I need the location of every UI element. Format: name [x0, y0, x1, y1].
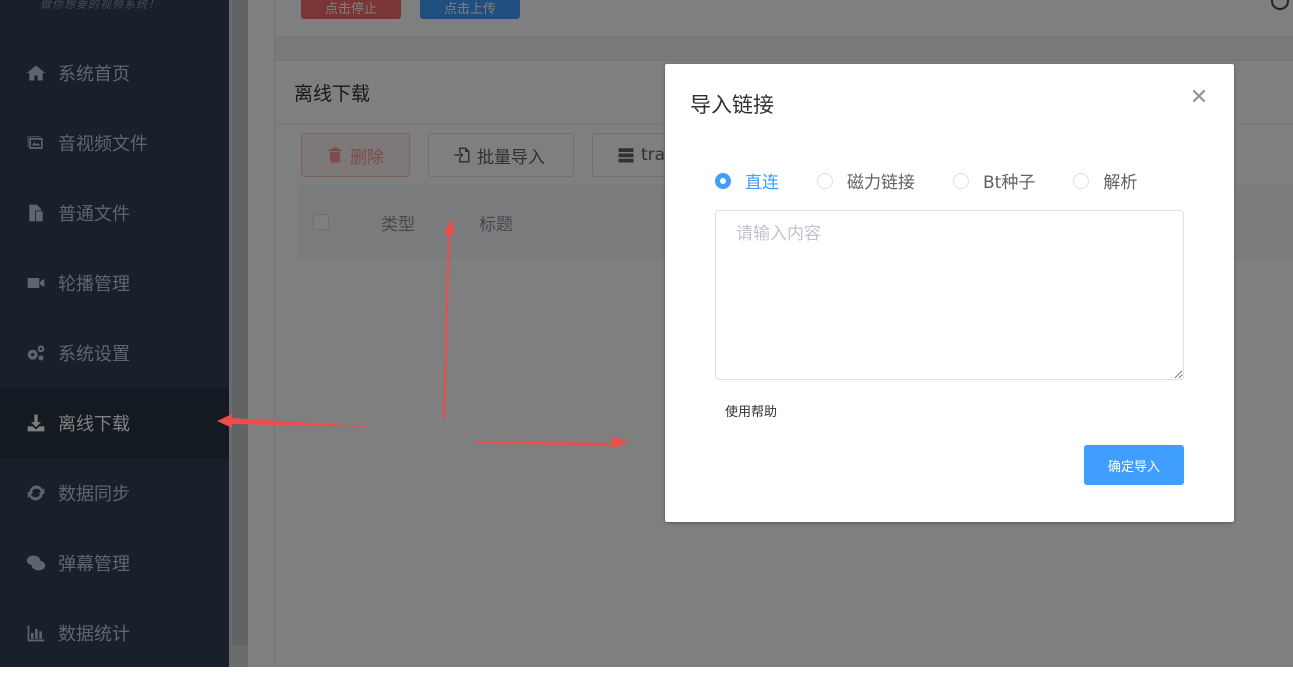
radio-label: 直连: [745, 173, 779, 193]
radio-bt-torrent[interactable]: Bt种子: [953, 168, 1035, 193]
dialog-title: 导入链接: [690, 93, 774, 117]
help-link[interactable]: 使用帮助: [725, 401, 777, 420]
radio-label: 磁力链接: [847, 173, 915, 193]
radio-parse[interactable]: 解析: [1073, 168, 1137, 193]
link-type-radio-group: 直连 磁力链接 Bt种子 解析: [715, 168, 1175, 193]
radio-indicator: [953, 172, 969, 189]
confirm-import-button[interactable]: 确定导入: [1084, 445, 1184, 485]
radio-label: 解析: [1103, 173, 1138, 193]
radio-magnet[interactable]: 磁力链接: [817, 168, 915, 193]
radio-indicator: [715, 172, 731, 189]
import-link-dialog: 导入链接 ✕ 直连 磁力链接 Bt种子 解析 使用帮助 确定导入: [665, 64, 1234, 522]
radio-indicator: [1073, 172, 1090, 189]
link-input-textarea[interactable]: [715, 210, 1184, 380]
radio-direct[interactable]: 直连: [715, 168, 779, 193]
radio-indicator: [817, 172, 833, 189]
radio-label: Bt种子: [983, 173, 1036, 193]
close-icon[interactable]: ✕: [1189, 87, 1209, 109]
